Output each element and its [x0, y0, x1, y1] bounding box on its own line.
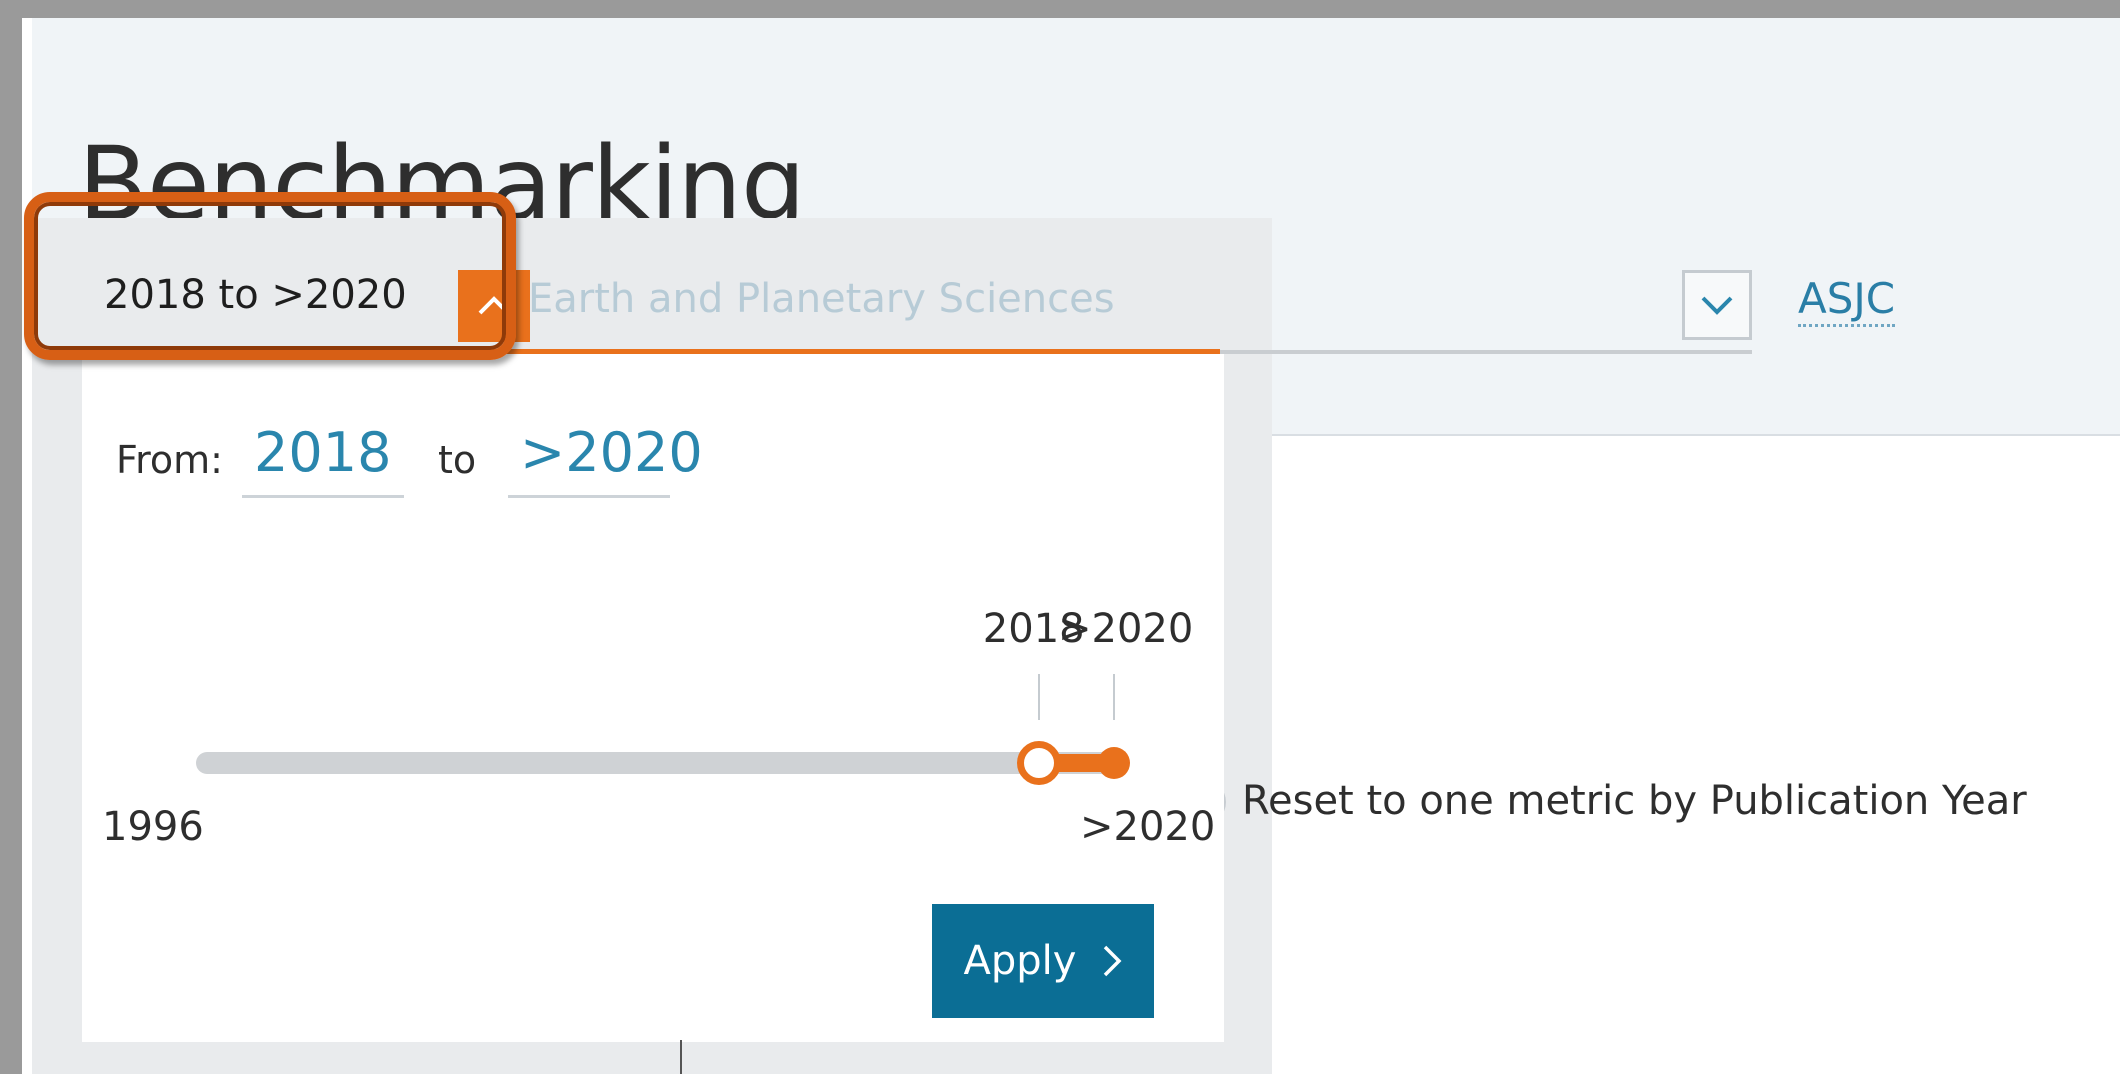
from-label: From:	[116, 438, 223, 482]
to-handle-tick	[1113, 674, 1115, 720]
year-range-dropdown[interactable]: 2018 to >2020	[82, 250, 1220, 354]
asjc-link[interactable]: ASJC	[1798, 275, 1896, 328]
slider-max-label: >2020	[1080, 804, 1216, 850]
year-slider-track[interactable]	[196, 752, 1126, 774]
page: Benchmarking Earth and Planetary Science…	[22, 18, 2120, 1074]
chevron-right-icon	[1104, 945, 1122, 977]
to-label: to	[438, 438, 477, 482]
subject-dropdown-toggle[interactable]	[1682, 270, 1752, 340]
screenshot-frame: Benchmarking Earth and Planetary Science…	[0, 0, 2120, 1074]
chevron-down-icon	[1701, 296, 1733, 315]
apply-label: Apply	[963, 938, 1077, 984]
divider	[680, 1040, 682, 1074]
reset-label: Reset to one metric by Publication Year	[1242, 778, 2027, 824]
year-range-popover: From: 2018 to >2020 2018 >2020 1996 >202…	[82, 354, 1224, 1042]
to-slider-handle[interactable]	[1098, 747, 1130, 779]
to-handle-label: >2020	[1058, 606, 1194, 652]
chevron-up-icon	[478, 296, 510, 315]
from-handle-tick	[1037, 674, 1040, 720]
slider-min-label: 1996	[102, 804, 204, 850]
year-range-toggle[interactable]	[458, 270, 530, 342]
from-slider-handle[interactable]	[1016, 741, 1061, 785]
apply-button[interactable]: Apply	[932, 904, 1154, 1018]
year-range-value: 2018 to >2020	[104, 272, 407, 318]
to-year-input[interactable]: >2020	[508, 408, 703, 498]
from-year-input[interactable]: 2018	[242, 408, 404, 498]
